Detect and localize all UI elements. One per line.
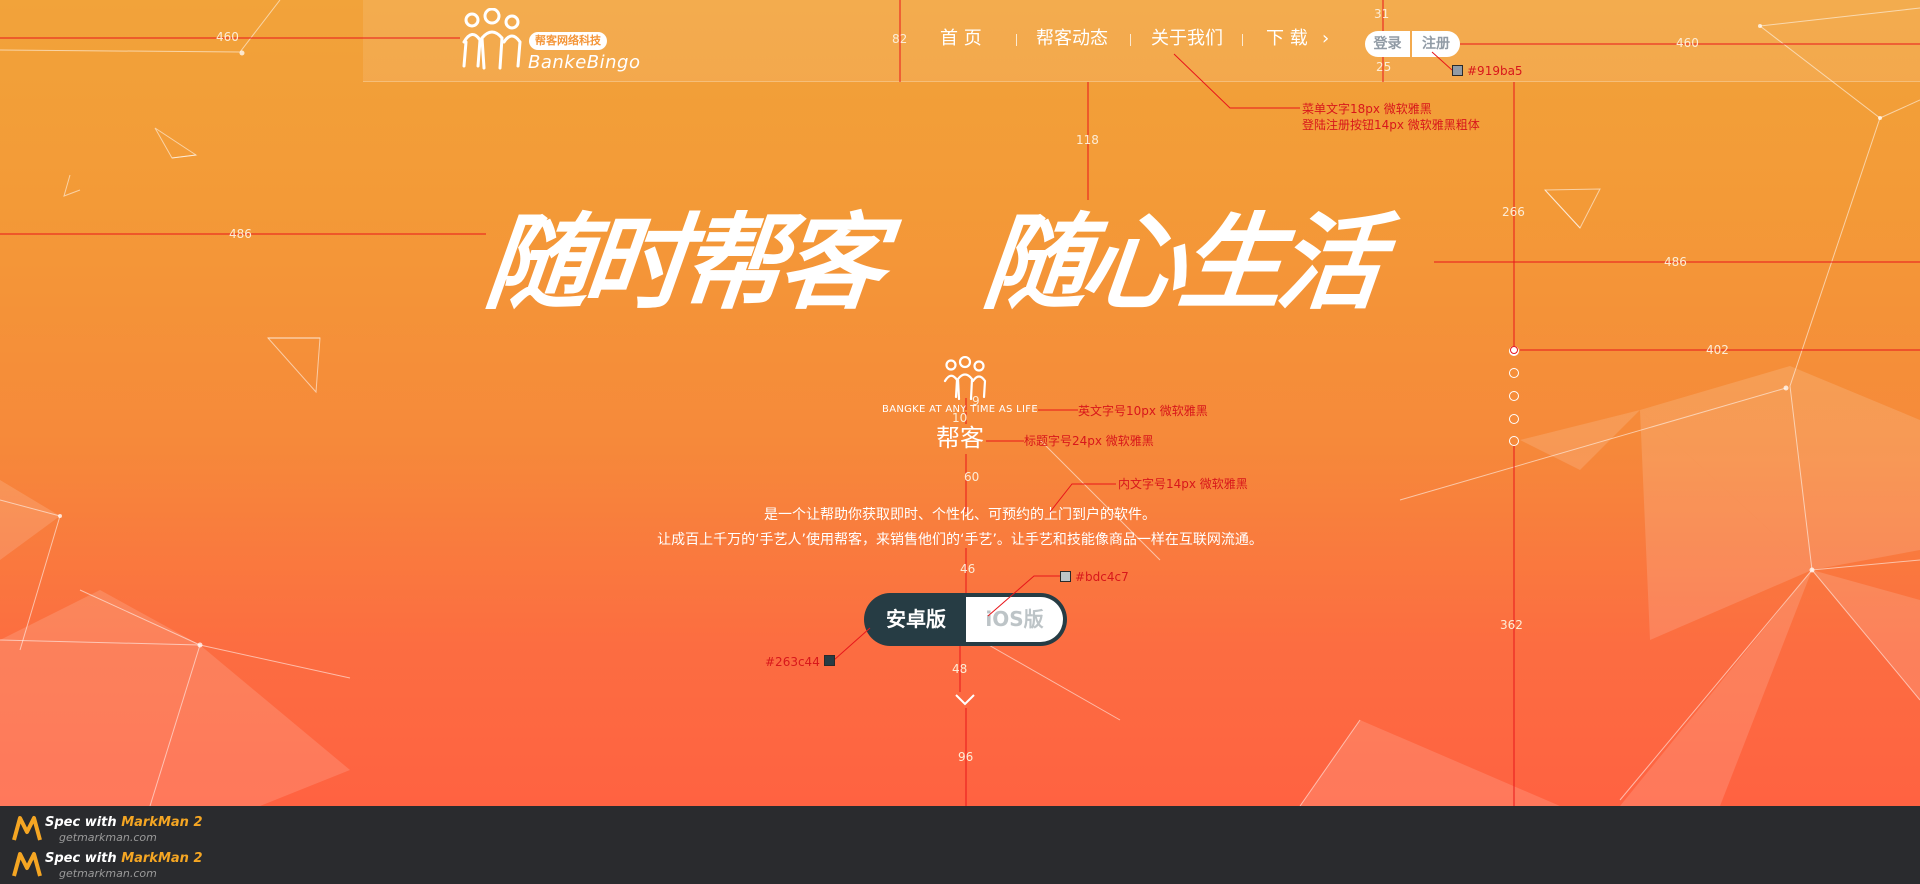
spec-color-login: #919ba5 [1467, 64, 1523, 78]
markman-logo-icon [12, 852, 42, 877]
spec-dimension: 460 [216, 30, 239, 44]
spec-dimension: 460 [1676, 36, 1699, 50]
spec-dimension: 96 [958, 750, 974, 764]
spec-overlay-lines [0, 0, 1920, 806]
spec-dimension: 82 [892, 32, 908, 46]
spec-dimension: 402 [1706, 343, 1729, 357]
spec-dimension: 48 [952, 662, 968, 676]
spec-dimension: 46 [960, 562, 976, 576]
spec-dimension: 10 [952, 411, 968, 425]
color-swatch [824, 655, 835, 666]
spec-note-body-font: 内文字号14px 微软雅黑 [1118, 477, 1248, 491]
markman-badge: Spec with MarkMan 2 getmarkman.com [12, 812, 252, 846]
markman-title: Spec with MarkMan 2 [45, 815, 203, 830]
spec-dimension: 486 [1664, 255, 1687, 269]
spec-dimension: 486 [229, 227, 252, 241]
color-swatch [1452, 65, 1463, 76]
spec-dimension: 118 [1076, 133, 1099, 147]
spec-color-ios: #bdc4c7 [1075, 570, 1129, 584]
spec-color-android: #263c44 [765, 655, 820, 669]
spec-note-en-font: 英文字号10px 微软雅黑 [1078, 404, 1208, 418]
spec-dimension: 60 [964, 470, 980, 484]
markman-url: getmarkman.com [59, 831, 157, 844]
markman-url: getmarkman.com [59, 867, 157, 880]
hero-section: 帮客网络科技 BankeBingo 首 页 帮客动态 关于我们 下 载 › 登录… [0, 0, 1920, 806]
spec-note-login-font: 登陆注册按钮14px 微软雅黑粗体 [1302, 118, 1480, 132]
markman-title: Spec with MarkMan 2 [45, 851, 203, 866]
markman-badge: Spec with MarkMan 2 getmarkman.com [12, 848, 252, 882]
spec-dimension: 31 [1374, 7, 1390, 21]
spec-dimension: 9 [972, 394, 980, 408]
spec-note-menu-font: 菜单文字18px 微软雅黑 [1302, 102, 1432, 116]
markman-logo-icon [12, 816, 42, 841]
markman-footer: Spec with MarkMan 2 getmarkman.com Spec … [0, 806, 1920, 884]
spec-note-title-font: 标题字号24px 微软雅黑 [1024, 434, 1154, 448]
spec-dimension: 362 [1500, 618, 1523, 632]
spec-dimension: 266 [1502, 205, 1525, 219]
spec-dimension: 25 [1376, 60, 1392, 74]
color-swatch [1060, 571, 1071, 582]
